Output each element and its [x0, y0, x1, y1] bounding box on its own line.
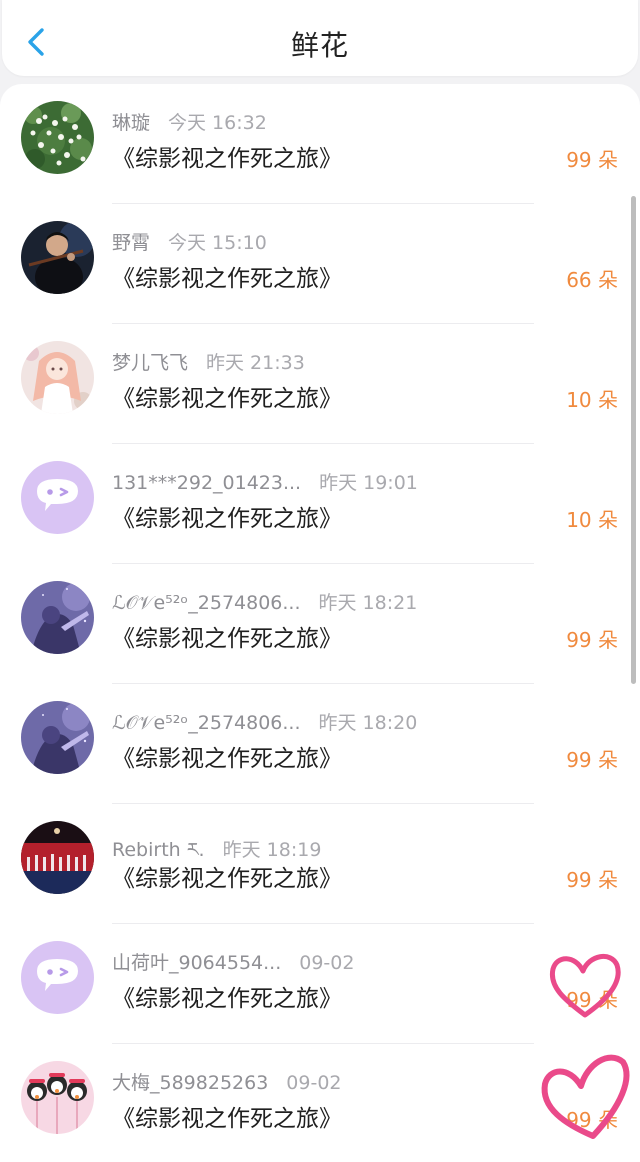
page-title: 鲜花	[290, 29, 349, 62]
sender-meta: 131***292_01423... 昨天 19:01	[112, 468, 418, 494]
sender-meta: 野霄 今天 15:10	[112, 228, 267, 254]
list-item[interactable]: 梦儿飞飞 昨天 21:33 《综影视之作死之旅》 10 朵	[0, 324, 640, 444]
flower-count: 99 朵	[566, 1108, 618, 1132]
flower-count: 99 朵	[566, 748, 618, 772]
book-title[interactable]: 《综影视之作死之旅》	[112, 139, 342, 173]
timestamp: 今天 16:32	[168, 112, 267, 134]
book-title[interactable]: 《综影视之作死之旅》	[112, 259, 342, 293]
book-title[interactable]: 《综影视之作死之旅》	[112, 979, 342, 1013]
timestamp: 09-02	[299, 952, 355, 974]
flower-count: 99 朵	[566, 988, 618, 1012]
sender-meta: ℒ𝒪𝒱e⁵²ᵒ_2574806... 昨天 18:20	[112, 708, 417, 734]
flower-list[interactable]: 琳璇 今天 16:32 《综影视之作死之旅》 99 朵 野霄 今天 15:10 …	[0, 84, 640, 1162]
sender-meta: 梦儿飞飞 昨天 21:33	[112, 348, 305, 374]
avatar[interactable]	[21, 221, 94, 294]
flower-count: 99 朵	[566, 628, 618, 652]
flower-count: 10 朵	[566, 388, 618, 412]
avatar[interactable]	[21, 461, 94, 534]
nav-bar: 鲜花	[2, 0, 638, 76]
flower-count: 99 朵	[566, 148, 618, 172]
sender-name[interactable]: 山荷叶_9064554...	[112, 948, 281, 975]
flower-count: 10 朵	[566, 508, 618, 532]
book-title[interactable]: 《综影视之作死之旅》	[112, 379, 342, 413]
list-item[interactable]: Rebirth ར. 昨天 18:19 《综影视之作死之旅》 99 朵	[0, 804, 640, 924]
avatar[interactable]	[21, 941, 94, 1014]
flower-count: 99 朵	[566, 868, 618, 892]
chat-bubble-icon	[21, 461, 94, 534]
list-item[interactable]: ℒ𝒪𝒱e⁵²ᵒ_2574806... 昨天 18:21 《综影视之作死之旅》 9…	[0, 564, 640, 684]
list-item[interactable]: 野霄 今天 15:10 《综影视之作死之旅》 66 朵	[0, 204, 640, 324]
timestamp: 昨天 19:01	[319, 472, 418, 494]
sender-meta: 山荷叶_9064554... 09-02	[112, 948, 354, 974]
timestamp: 昨天 21:33	[206, 352, 305, 374]
list-item[interactable]: 琳璇 今天 16:32 《综影视之作死之旅》 99 朵	[0, 84, 640, 204]
book-title[interactable]: 《综影视之作死之旅》	[112, 1099, 342, 1133]
sender-meta: ℒ𝒪𝒱e⁵²ᵒ_2574806... 昨天 18:21	[112, 588, 417, 614]
list-item[interactable]: 131***292_01423... 昨天 19:01 《综影视之作死之旅》 1…	[0, 444, 640, 564]
sender-meta: 大梅_589825263 09-02	[112, 1068, 342, 1094]
sender-name[interactable]: 梦儿飞飞	[112, 348, 188, 375]
book-title[interactable]: 《综影视之作死之旅》	[112, 739, 342, 773]
avatar[interactable]	[21, 341, 94, 414]
avatar[interactable]	[21, 821, 94, 894]
chat-bubble-icon	[21, 941, 94, 1014]
sender-name[interactable]: 野霄	[112, 228, 150, 255]
list-item[interactable]: ℒ𝒪𝒱e⁵²ᵒ_2574806... 昨天 18:20 《综影视之作死之旅》 9…	[0, 684, 640, 804]
sender-meta: 琳璇 今天 16:32	[112, 108, 267, 134]
timestamp: 今天 15:10	[168, 232, 267, 254]
book-title[interactable]: 《综影视之作死之旅》	[112, 619, 342, 653]
list-item[interactable]: 大梅_589825263 09-02 《综影视之作死之旅》 99 朵	[0, 1044, 640, 1162]
avatar[interactable]	[21, 581, 94, 654]
timestamp: 昨天 18:21	[318, 592, 418, 614]
flower-count: 66 朵	[566, 268, 618, 292]
scrollbar[interactable]	[631, 196, 636, 684]
timestamp: 昨天 18:20	[318, 712, 418, 734]
timestamp: 昨天 18:19	[222, 839, 322, 861]
sender-name[interactable]: ℒ𝒪𝒱e⁵²ᵒ_2574806...	[112, 712, 301, 734]
avatar[interactable]	[21, 1061, 94, 1134]
avatar[interactable]	[21, 701, 94, 774]
book-title[interactable]: 《综影视之作死之旅》	[112, 859, 342, 893]
list-item[interactable]: 山荷叶_9064554... 09-02 《综影视之作死之旅》 99 朵	[0, 924, 640, 1044]
avatar[interactable]	[21, 101, 94, 174]
book-title[interactable]: 《综影视之作死之旅》	[112, 499, 342, 533]
sender-name[interactable]: 大梅_589825263	[112, 1068, 268, 1095]
timestamp: 09-02	[286, 1072, 342, 1094]
sender-meta: Rebirth ར. 昨天 18:19	[112, 828, 321, 861]
sender-name[interactable]: ℒ𝒪𝒱e⁵²ᵒ_2574806...	[112, 592, 301, 614]
sender-name[interactable]: 131***292_01423...	[112, 472, 301, 494]
sender-name[interactable]: 琳璇	[112, 108, 150, 135]
